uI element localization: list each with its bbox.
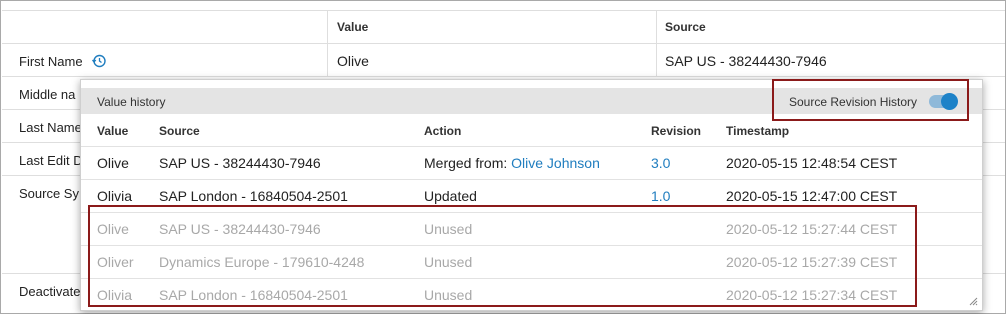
- table-row: [2, 44, 1005, 77]
- toggle-highlight-box: [772, 79, 969, 121]
- field-label-last-name: Last Name: [19, 120, 82, 135]
- column-divider: [327, 10, 328, 44]
- first-name-value: Olive: [337, 53, 369, 69]
- first-name-source: SAP US - 38244430-7946: [665, 53, 827, 69]
- column-header-value: Value: [337, 20, 369, 34]
- history-header-revision: Revision: [651, 124, 702, 138]
- column-divider: [656, 44, 657, 77]
- history-timestamp: 2020-05-15 12:47:00 CEST: [726, 188, 898, 204]
- resize-grip-icon[interactable]: [968, 296, 978, 306]
- merged-from-link[interactable]: Olive Johnson: [511, 155, 600, 171]
- background-table-header: [2, 10, 1005, 44]
- history-action: Updated: [424, 188, 477, 204]
- revision-link[interactable]: 1.0: [651, 188, 670, 204]
- column-divider: [327, 44, 328, 77]
- history-value: Olive: [97, 155, 129, 171]
- history-value: Olivia: [97, 188, 133, 204]
- history-header-value: Value: [97, 124, 129, 138]
- popup-title: Value history: [97, 95, 166, 109]
- column-divider: [656, 10, 657, 44]
- history-header-source: Source: [159, 124, 200, 138]
- unused-rows-highlight-box: [88, 205, 917, 307]
- history-action-text: Merged from:: [424, 155, 512, 171]
- table-row: Olive SAP US - 38244430-7946 Merged from…: [81, 146, 982, 179]
- field-label-source-system: Source Sy: [19, 186, 79, 201]
- history-action: Merged from: Olive Johnson: [424, 155, 600, 171]
- field-label-deactivated: Deactivate: [19, 284, 81, 299]
- history-timestamp: 2020-05-15 12:48:54 CEST: [726, 155, 898, 171]
- field-label-first-name: First Name: [19, 54, 83, 69]
- history-icon[interactable]: [91, 53, 107, 69]
- history-header-timestamp: Timestamp: [726, 124, 790, 138]
- revision-link[interactable]: 3.0: [651, 155, 670, 171]
- history-source: SAP London - 16840504-2501: [159, 188, 348, 204]
- column-header-source: Source: [665, 20, 706, 34]
- history-source: SAP US - 38244430-7946: [159, 155, 321, 171]
- history-header-action: Action: [424, 124, 462, 138]
- field-label-last-edit-date: Last Edit D: [19, 153, 83, 168]
- field-label-middle-name: Middle na: [19, 87, 76, 102]
- window-frame: Value Source First Name Olive SAP US - 3…: [0, 0, 1006, 314]
